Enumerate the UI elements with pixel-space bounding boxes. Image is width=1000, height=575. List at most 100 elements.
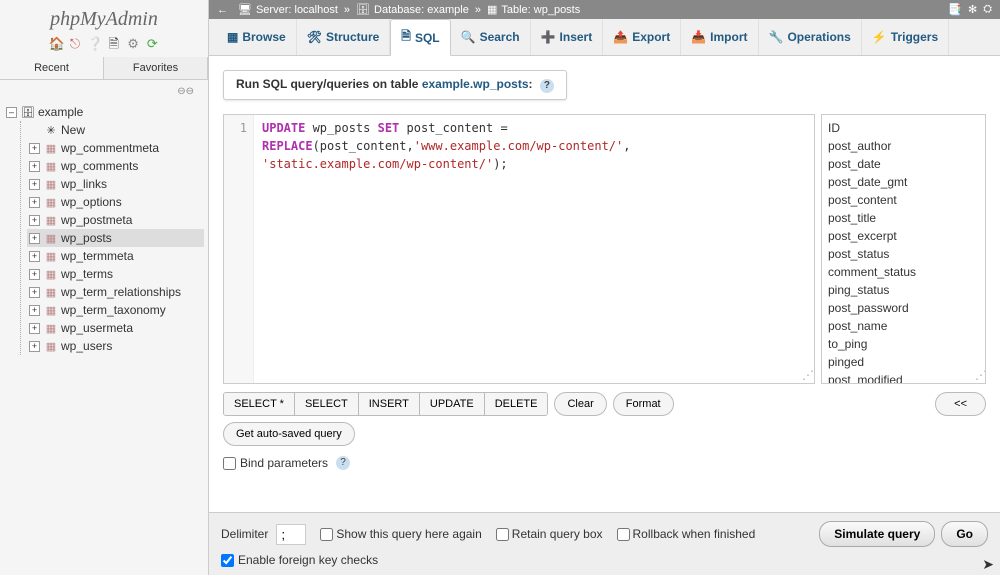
tree-db[interactable]: – 🗄 example	[4, 103, 204, 121]
tree-new[interactable]: ✳New	[27, 121, 204, 139]
column-item[interactable]: post_date_gmt	[826, 173, 981, 191]
tab-export[interactable]: 📤Export	[603, 19, 681, 55]
tree-table[interactable]: +▦wp_usermeta	[27, 319, 204, 337]
format-button[interactable]: Format	[613, 392, 674, 416]
page-settings-icon[interactable]: ✻	[968, 3, 977, 16]
column-item[interactable]: pinged	[826, 353, 981, 371]
rollback-checkbox[interactable]	[617, 528, 630, 541]
expand-icon[interactable]: +	[29, 323, 40, 334]
tree-table-label: wp_users	[61, 339, 112, 353]
expand-icon[interactable]: +	[29, 269, 40, 280]
expand-icon[interactable]: +	[29, 305, 40, 316]
table-icon: ▦	[43, 196, 59, 209]
resize-handle-icon[interactable]: ⋰	[973, 371, 983, 381]
help-icon[interactable]: ?	[336, 456, 350, 470]
expand-icon[interactable]: +	[29, 179, 40, 190]
tree-table[interactable]: +▦wp_terms	[27, 265, 204, 283]
expand-icon[interactable]: +	[29, 251, 40, 262]
logout-icon[interactable]: ⎋	[68, 36, 82, 50]
tree-table[interactable]: +▦wp_commentmeta	[27, 139, 204, 157]
expand-icon[interactable]: +	[29, 197, 40, 208]
sql-editor[interactable]: 1 UPDATE wp_posts SET post_content = REP…	[223, 114, 815, 384]
expand-icon[interactable]: +	[29, 233, 40, 244]
column-item[interactable]: post_title	[826, 209, 981, 227]
help-icon[interactable]: ?	[540, 79, 554, 93]
resize-handle-icon[interactable]: ⋰	[802, 371, 812, 381]
column-item[interactable]: post_status	[826, 245, 981, 263]
collapse-icon[interactable]: –	[6, 107, 17, 118]
docs-icon[interactable]: ❔	[87, 36, 101, 50]
tab-operations[interactable]: 🔧Operations	[759, 19, 862, 55]
nav-back-icon[interactable]: ←	[217, 4, 228, 16]
column-item[interactable]: ID	[826, 119, 981, 137]
insert-button[interactable]: INSERT	[359, 393, 420, 415]
fk-checkbox[interactable]	[221, 554, 234, 567]
tab-import[interactable]: 📥Import	[681, 19, 758, 55]
export-icon: 📤	[613, 30, 628, 44]
tree-table[interactable]: +▦wp_term_relationships	[27, 283, 204, 301]
tree-table[interactable]: +▦wp_options	[27, 193, 204, 211]
bc-db[interactable]: example	[427, 4, 469, 16]
columns-list[interactable]: IDpost_authorpost_datepost_date_gmtpost_…	[821, 114, 986, 384]
select-star-button[interactable]: SELECT *	[224, 393, 295, 415]
bookmark-icon[interactable]: 📑	[948, 3, 962, 16]
bind-params-checkbox[interactable]	[223, 457, 236, 470]
tab-search[interactable]: 🔍Search	[451, 19, 531, 55]
sql-icon[interactable]: 🗎	[107, 35, 121, 49]
tree-table[interactable]: +▦wp_posts	[27, 229, 204, 247]
column-item[interactable]: comment_status	[826, 263, 981, 281]
tab-recent[interactable]: Recent	[0, 57, 104, 79]
page-help-icon[interactable]: ⛭	[983, 3, 992, 16]
sql-tab-icon: 🗎	[401, 27, 411, 48]
collapse-cols-button[interactable]: <<	[935, 392, 986, 416]
tab-sql[interactable]: 🗎SQL	[390, 19, 450, 56]
table-icon: ▦	[43, 286, 59, 299]
go-button[interactable]: Go	[941, 521, 988, 547]
quick-link-icon[interactable]: ⊖⊖	[0, 80, 208, 103]
update-button[interactable]: UPDATE	[420, 393, 485, 415]
bc-server[interactable]: localhost	[295, 4, 338, 16]
retain-checkbox[interactable]	[496, 528, 509, 541]
expand-icon[interactable]: +	[29, 143, 40, 154]
home-icon[interactable]: 🏠	[49, 36, 63, 50]
expand-icon[interactable]: +	[29, 161, 40, 172]
column-item[interactable]: post_content	[826, 191, 981, 209]
tab-favorites[interactable]: Favorites	[104, 57, 208, 79]
tree-table-label: wp_options	[61, 195, 122, 209]
column-item[interactable]: to_ping	[826, 335, 981, 353]
select-button[interactable]: SELECT	[295, 393, 359, 415]
tree-table[interactable]: +▦wp_term_taxonomy	[27, 301, 204, 319]
tab-insert[interactable]: ➕Insert	[531, 19, 604, 55]
expand-icon[interactable]: +	[29, 287, 40, 298]
column-item[interactable]: post_modified	[826, 371, 981, 384]
tree-table[interactable]: +▦wp_postmeta	[27, 211, 204, 229]
simulate-button[interactable]: Simulate query	[819, 521, 935, 547]
column-item[interactable]: post_password	[826, 299, 981, 317]
expand-icon[interactable]: +	[29, 341, 40, 352]
tab-structure[interactable]: 🛠Structure	[297, 19, 391, 55]
clear-button[interactable]: Clear	[554, 392, 606, 416]
delimiter-input[interactable]	[276, 524, 306, 545]
bc-table[interactable]: wp_posts	[534, 4, 580, 16]
delete-button[interactable]: DELETE	[485, 393, 548, 415]
column-item[interactable]: post_name	[826, 317, 981, 335]
column-item[interactable]: ping_status	[826, 281, 981, 299]
tree-table-label: wp_usermeta	[61, 321, 133, 335]
tree-table[interactable]: +▦wp_termmeta	[27, 247, 204, 265]
settings-icon[interactable]: ⚙	[126, 36, 140, 50]
table-icon: ▦	[43, 304, 59, 317]
reload-icon[interactable]: ⟳	[145, 36, 159, 50]
tab-triggers[interactable]: ⚡Triggers	[862, 19, 949, 55]
tree-table[interactable]: +▦wp_comments	[27, 157, 204, 175]
column-item[interactable]: post_date	[826, 155, 981, 173]
auto-saved-button[interactable]: Get auto-saved query	[223, 422, 355, 446]
tree-table[interactable]: +▦wp_links	[27, 175, 204, 193]
show-again-checkbox[interactable]	[320, 528, 333, 541]
expand-icon[interactable]: +	[29, 215, 40, 226]
column-item[interactable]: post_excerpt	[826, 227, 981, 245]
column-item[interactable]: post_author	[826, 137, 981, 155]
sql-code[interactable]: UPDATE wp_posts SET post_content = REPLA…	[254, 115, 638, 383]
tree-table[interactable]: +▦wp_users	[27, 337, 204, 355]
tab-browse[interactable]: ▦Browse	[217, 19, 297, 55]
run-query-link[interactable]: example.wp_posts	[422, 77, 529, 91]
